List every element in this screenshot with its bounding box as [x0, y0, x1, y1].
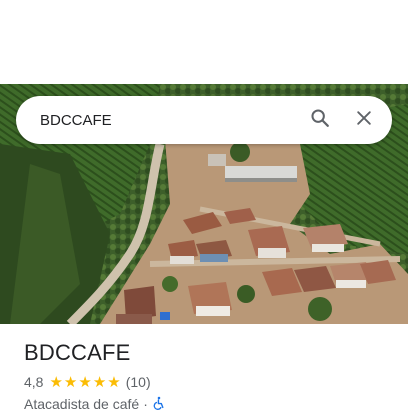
star-icon: ★	[107, 373, 121, 391]
clear-search-button[interactable]	[342, 98, 386, 142]
separator-dot: ·	[143, 396, 148, 412]
search-button[interactable]	[298, 98, 342, 142]
place-info-card[interactable]: BDCCAFE 4,8 ★ ★ ★ ★ ★ (10) Atacadista de…	[24, 338, 394, 414]
search-bar	[16, 96, 392, 144]
rating-row[interactable]: 4,8 ★ ★ ★ ★ ★ (10)	[24, 372, 394, 392]
star-icon: ★	[63, 373, 78, 391]
close-icon	[354, 108, 374, 133]
star-icon: ★	[49, 373, 63, 391]
star-icon: ★	[78, 373, 92, 391]
wheelchair-icon	[152, 396, 166, 413]
search-icon	[309, 107, 331, 134]
search-input[interactable]	[16, 96, 298, 144]
top-blank-area	[0, 0, 408, 84]
category-row: Atacadista de café ·	[24, 394, 394, 414]
review-count: (10)	[125, 374, 151, 390]
star-icon: ★	[92, 373, 107, 391]
rating-stars: ★ ★ ★ ★ ★	[49, 375, 121, 390]
rating-value: 4,8	[24, 374, 44, 390]
place-name: BDCCAFE	[24, 340, 131, 365]
place-category: Atacadista de café	[24, 396, 140, 412]
